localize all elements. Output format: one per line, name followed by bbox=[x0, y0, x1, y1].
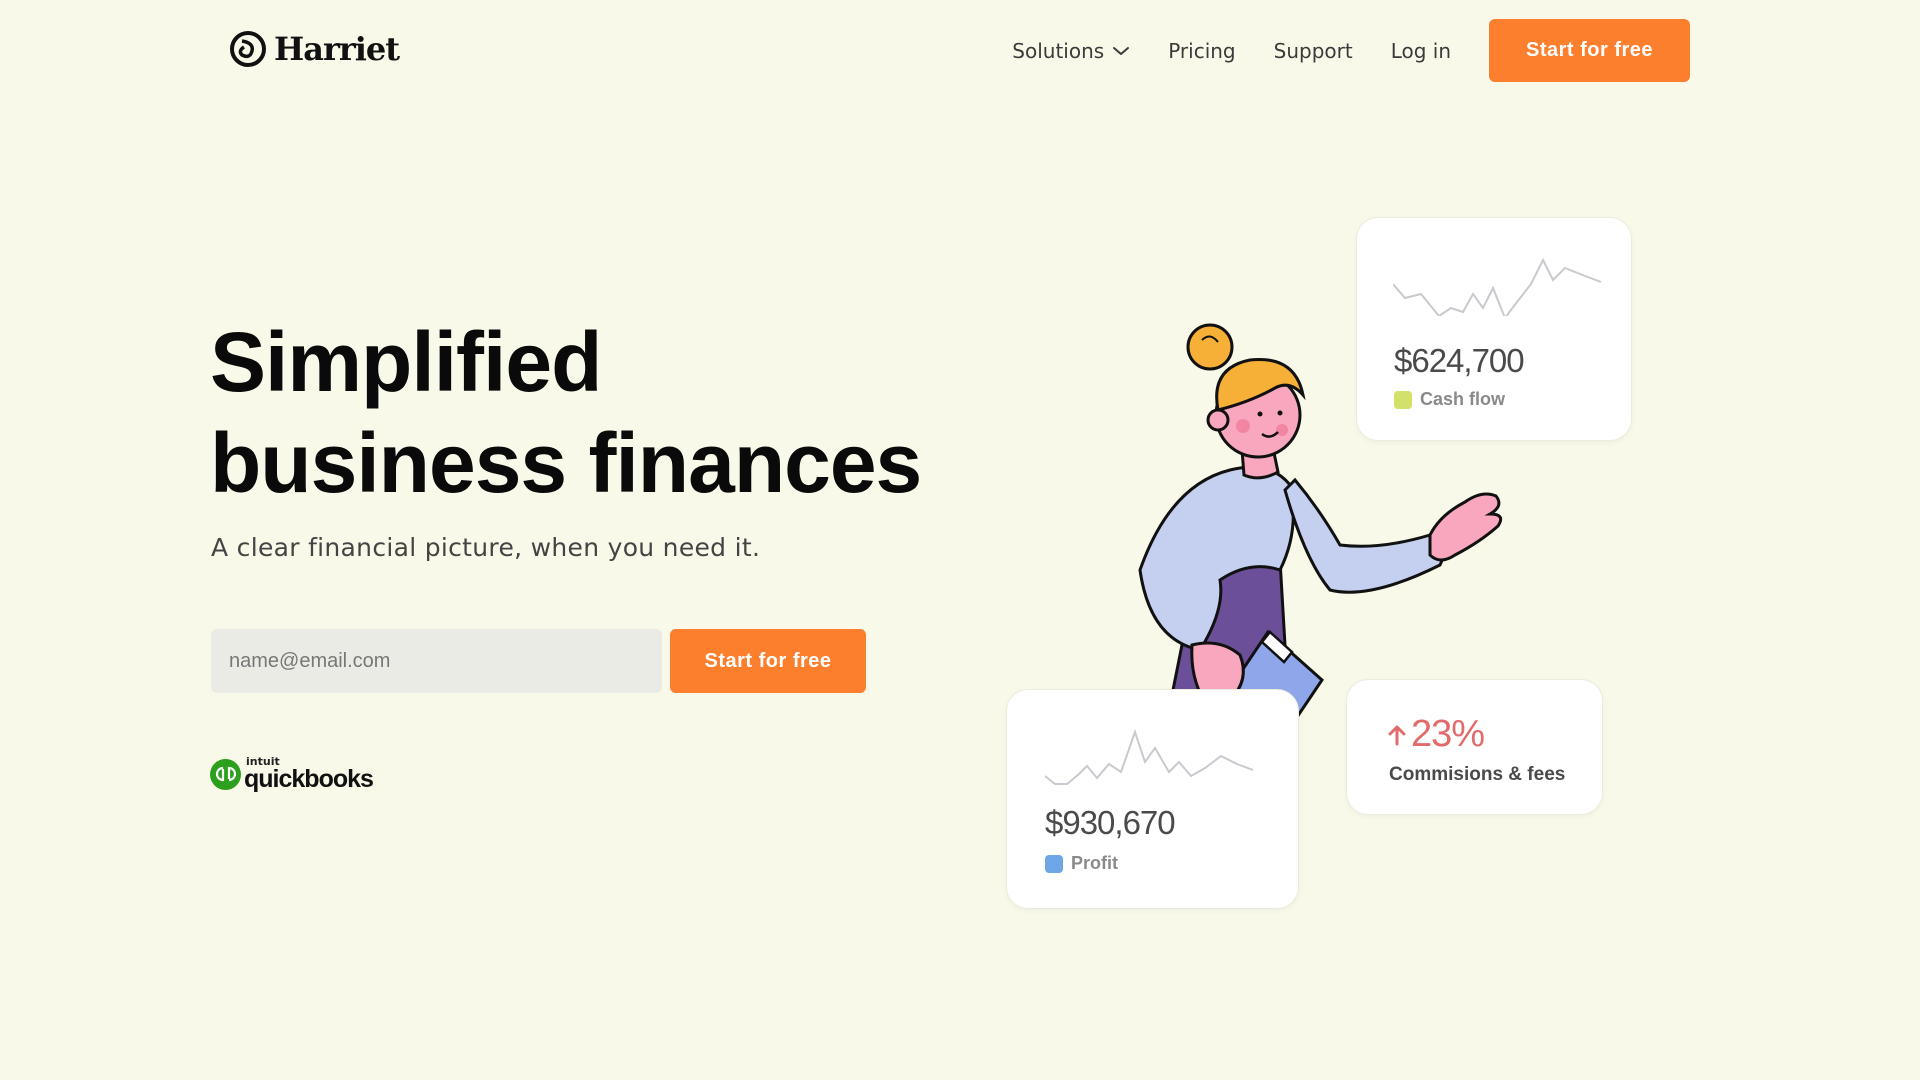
quickbooks-logo-icon bbox=[210, 758, 241, 790]
hero-subheadline: A clear financial picture, when you need… bbox=[211, 533, 761, 562]
headline-line-2: business finances bbox=[210, 416, 922, 510]
email-input[interactable] bbox=[211, 629, 662, 693]
harriet-logo-icon bbox=[230, 31, 266, 67]
cash-flow-label: Cash flow bbox=[1420, 389, 1506, 409]
cash-flow-card: $624,700 Cash flow bbox=[1356, 217, 1632, 441]
headline-line-1: Simplified bbox=[210, 315, 602, 409]
commissions-label: Commisions & fees bbox=[1389, 764, 1566, 785]
cash-flow-value: $624,700 bbox=[1394, 342, 1525, 379]
chevron-down-icon bbox=[1113, 46, 1130, 55]
profit-label: Profit bbox=[1071, 853, 1118, 873]
logo-text: Harriet bbox=[274, 30, 400, 68]
nav-solutions-label: Solutions bbox=[1012, 38, 1105, 63]
profit-sparkline bbox=[1045, 728, 1254, 785]
hero-headline: Simplified business finances bbox=[210, 312, 922, 514]
nav-solutions[interactable]: Solutions bbox=[1012, 39, 1130, 63]
quickbooks-wordmark: intuit quickbooks bbox=[244, 756, 374, 793]
hero-start-free-button[interactable]: Start for free bbox=[670, 629, 866, 693]
quickbooks-text: quickbooks bbox=[244, 765, 374, 793]
commissions-value: 23% bbox=[1411, 713, 1485, 755]
quickbooks-badge: intuit quickbooks bbox=[210, 756, 374, 793]
profit-swatch bbox=[1045, 854, 1063, 873]
arrow-up-icon bbox=[1388, 725, 1406, 745]
nav-pricing[interactable]: Pricing bbox=[1168, 39, 1235, 63]
cash-flow-swatch bbox=[1394, 390, 1412, 409]
harriet-logo[interactable]: Harriet bbox=[228, 29, 400, 69]
commissions-change: 23% bbox=[1387, 713, 1485, 756]
cash-flow-legend: Cash flow bbox=[1394, 389, 1505, 410]
cash-flow-sparkline bbox=[1393, 257, 1602, 316]
nav-start-free-button[interactable]: Start for free bbox=[1489, 19, 1690, 82]
commissions-card: 23% Commisions & fees bbox=[1346, 679, 1603, 815]
profit-legend: Profit bbox=[1045, 853, 1118, 874]
profit-card: $930,670 Profit bbox=[1006, 689, 1299, 909]
profit-value: $930,670 bbox=[1045, 804, 1176, 841]
main-nav: Solutions Pricing Support Log in Start f… bbox=[1012, 19, 1690, 82]
nav-support[interactable]: Support bbox=[1274, 39, 1353, 63]
nav-login[interactable]: Log in bbox=[1391, 39, 1451, 63]
